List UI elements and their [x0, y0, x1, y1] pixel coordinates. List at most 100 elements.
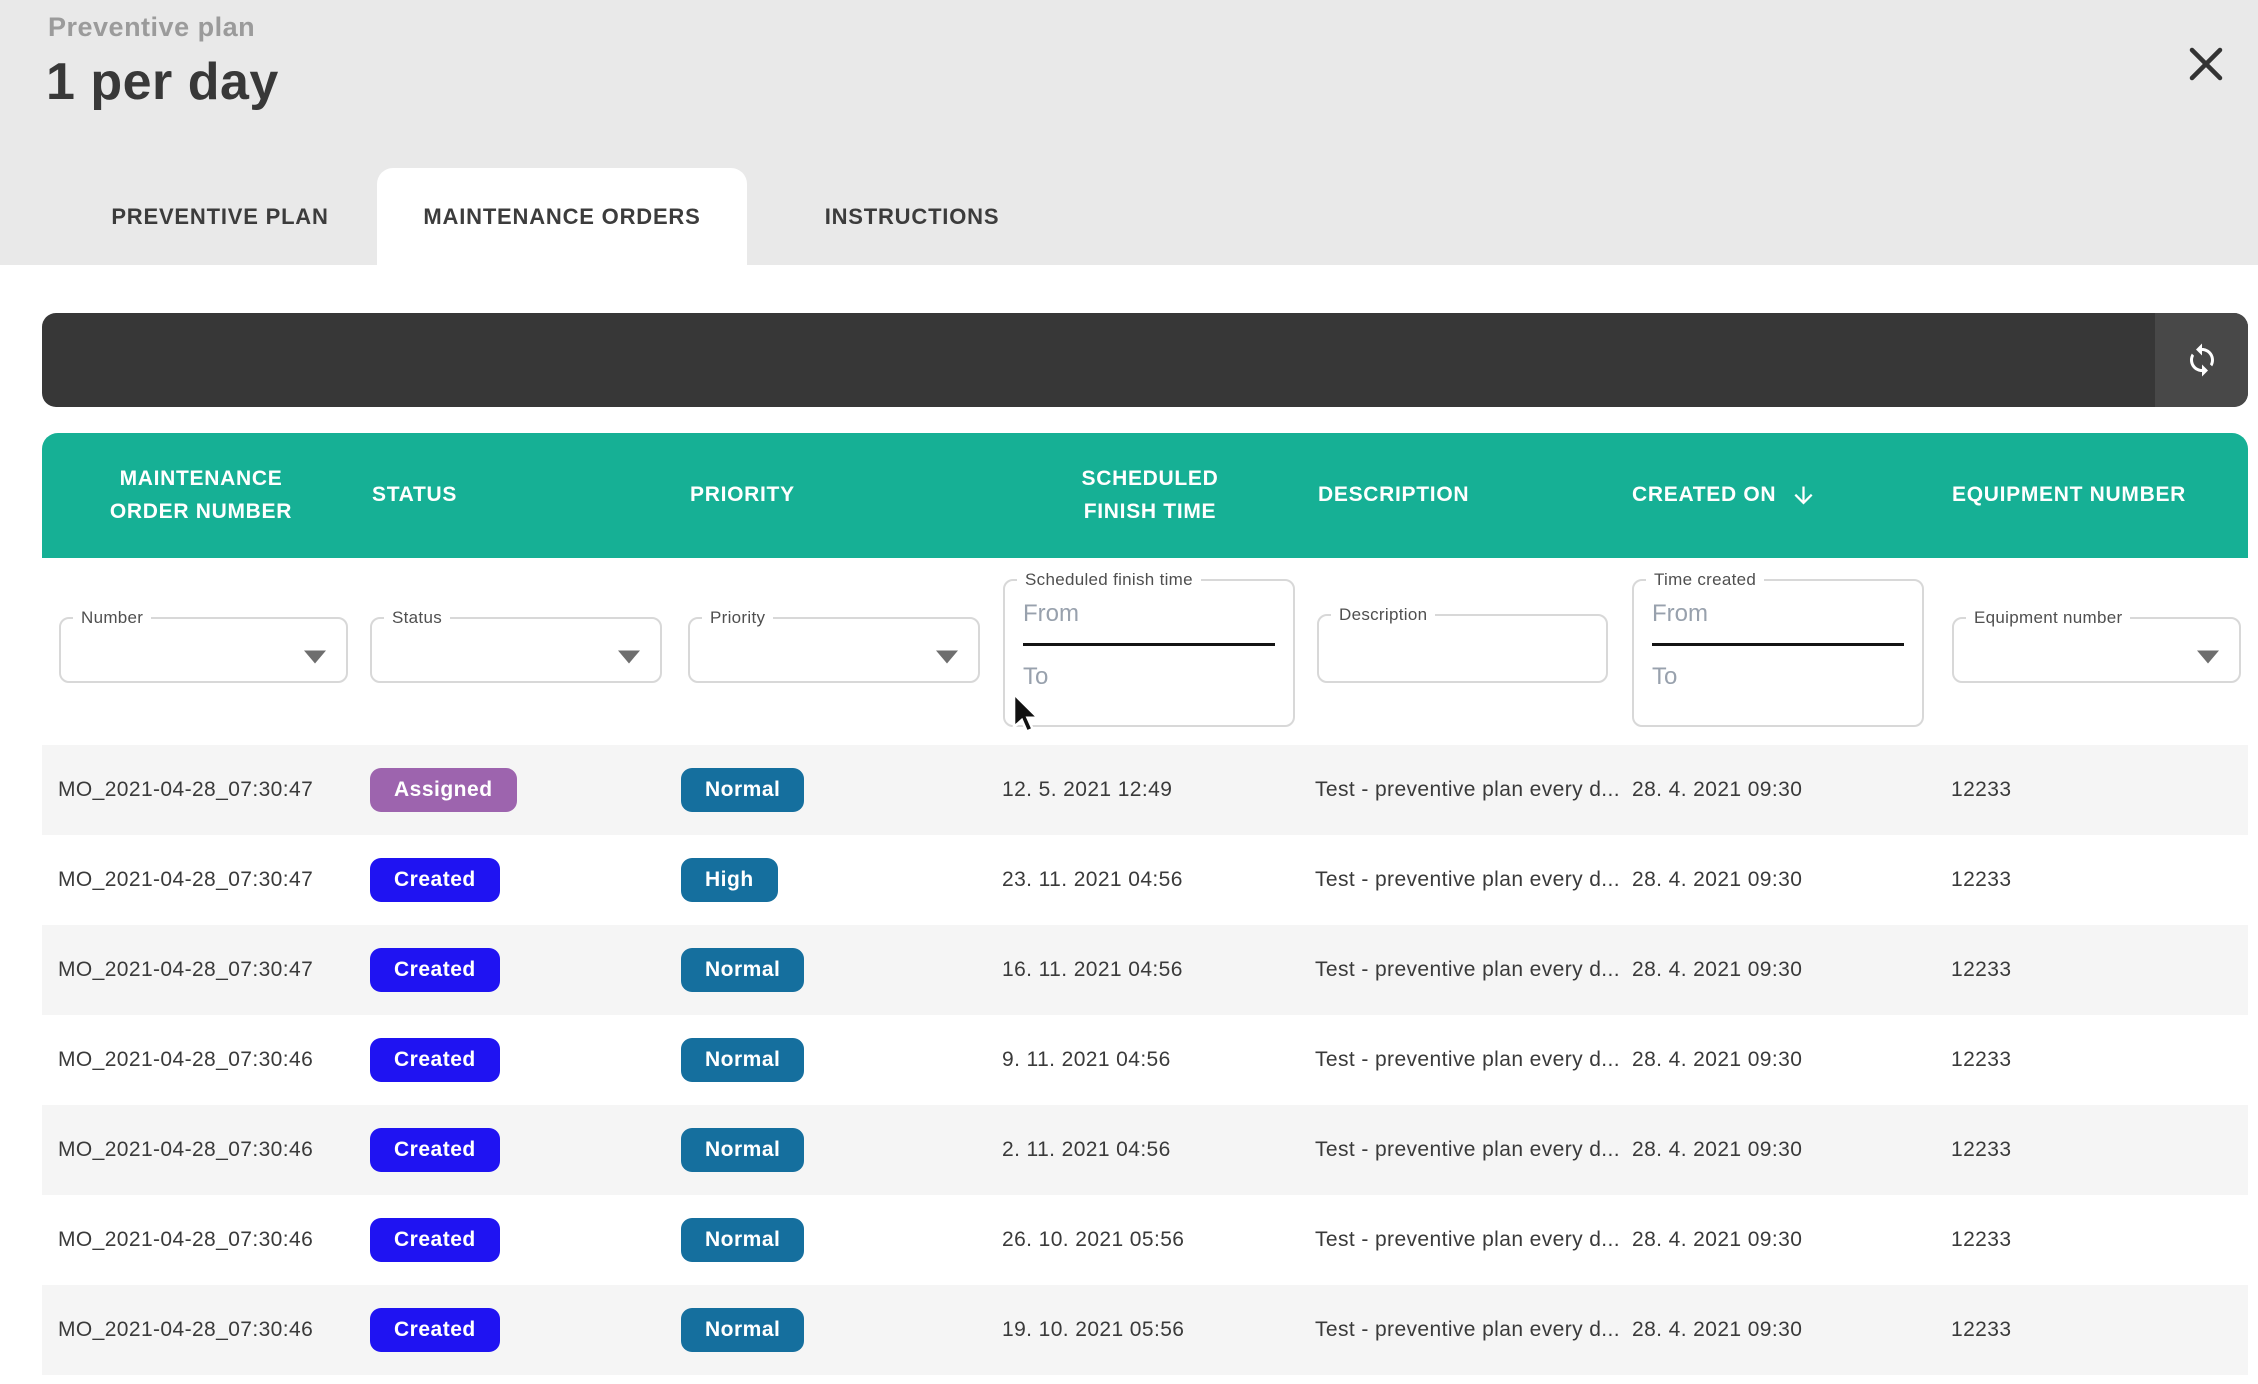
table-row[interactable]: MO_2021-04-28_07:30:47 Created High 23. … — [42, 835, 2248, 925]
table-row[interactable]: MO_2021-04-28_07:30:46 Created Normal 9.… — [42, 1015, 2248, 1105]
priority-badge: Normal — [681, 1128, 804, 1172]
cell-status: Created — [360, 1195, 675, 1285]
cell-order-number: MO_2021-04-28_07:30:46 — [42, 1105, 360, 1195]
tab-label: INSTRUCTIONS — [825, 204, 1000, 230]
filter-label: Equipment number — [1966, 608, 2130, 628]
close-button[interactable] — [2178, 36, 2234, 92]
dialog-header: Preventive plan 1 per day PREVENTIVE PLA… — [0, 0, 2258, 265]
dropdown-arrow-icon — [936, 650, 958, 663]
filter-time-created: Time created — [1632, 570, 1924, 727]
table-row[interactable]: MO_2021-04-28_07:30:47 Assigned Normal 1… — [42, 745, 2248, 835]
filter-status-select[interactable]: Status — [370, 608, 662, 683]
filter-label: Status — [384, 608, 450, 628]
time-created-to-input[interactable] — [1652, 652, 1904, 702]
cell-scheduled-finish-time: 2. 11. 2021 04:56 — [990, 1105, 1310, 1195]
table-body: MO_2021-04-28_07:30:47 Assigned Normal 1… — [42, 745, 2248, 1375]
cell-priority: Normal — [675, 925, 990, 1015]
table-toolbar — [42, 313, 2248, 407]
time-created-from-input[interactable] — [1652, 590, 1904, 646]
status-badge: Created — [370, 858, 500, 902]
filter-number-select[interactable]: Number — [59, 608, 348, 683]
cell-equipment-number: 12233 — [1945, 1285, 2248, 1375]
filter-label: Description — [1331, 605, 1435, 625]
dropdown-arrow-icon — [618, 650, 640, 663]
table-header: MAINTENANCE ORDER NUMBER STATUS PRIORITY… — [42, 433, 2248, 558]
filter-equipment-number-select[interactable]: Equipment number — [1952, 608, 2241, 683]
status-badge: Created — [370, 1038, 500, 1082]
cell-created-on: 28. 4. 2021 09:30 — [1625, 1015, 1945, 1105]
priority-badge: Normal — [681, 1308, 804, 1352]
column-header-created-on[interactable]: CREATED ON — [1625, 433, 1945, 558]
status-badge: Assigned — [370, 768, 517, 812]
cell-created-on: 28. 4. 2021 09:30 — [1625, 925, 1945, 1015]
priority-badge: Normal — [681, 1218, 804, 1262]
priority-badge: High — [681, 858, 778, 902]
column-header-scheduled-finish-time[interactable]: SCHEDULED FINISH TIME — [990, 433, 1310, 558]
table-row[interactable]: MO_2021-04-28_07:30:46 Created Normal 19… — [42, 1285, 2248, 1375]
scheduled-finish-from-input[interactable] — [1023, 590, 1275, 646]
cell-description: Test - preventive plan every d... — [1310, 745, 1625, 835]
cell-scheduled-finish-time: 23. 11. 2021 04:56 — [990, 835, 1310, 925]
cell-priority: High — [675, 835, 990, 925]
table-filter-row: Number Status Priority Scheduled finish … — [42, 558, 2248, 745]
cell-scheduled-finish-time: 26. 10. 2021 05:56 — [990, 1195, 1310, 1285]
cell-equipment-number: 12233 — [1945, 1015, 2248, 1105]
scheduled-finish-to-input[interactable] — [1023, 652, 1275, 702]
cell-priority: Normal — [675, 745, 990, 835]
column-header-equipment-number[interactable]: EQUIPMENT NUMBER — [1945, 433, 2248, 558]
status-badge: Created — [370, 1128, 500, 1172]
filter-priority-select[interactable]: Priority — [688, 608, 980, 683]
cell-equipment-number: 12233 — [1945, 745, 2248, 835]
sort-descending-icon — [1790, 482, 1817, 509]
filter-label: Priority — [702, 608, 773, 628]
cell-created-on: 28. 4. 2021 09:30 — [1625, 1105, 1945, 1195]
table-row[interactable]: MO_2021-04-28_07:30:46 Created Normal 26… — [42, 1195, 2248, 1285]
cell-scheduled-finish-time: 12. 5. 2021 12:49 — [990, 745, 1310, 835]
tab-preventive-plan[interactable]: PREVENTIVE PLAN — [60, 168, 380, 265]
cell-created-on: 28. 4. 2021 09:30 — [1625, 835, 1945, 925]
cell-order-number: MO_2021-04-28_07:30:47 — [42, 835, 360, 925]
cell-created-on: 28. 4. 2021 09:30 — [1625, 745, 1945, 835]
column-header-status[interactable]: STATUS — [360, 433, 675, 558]
filter-label: Scheduled finish time — [1017, 570, 1201, 590]
dialog-subtitle: Preventive plan — [48, 12, 255, 43]
dropdown-arrow-icon — [304, 650, 326, 663]
cell-status: Assigned — [360, 745, 675, 835]
cell-created-on: 28. 4. 2021 09:30 — [1625, 1285, 1945, 1375]
cell-priority: Normal — [675, 1105, 990, 1195]
cell-status: Created — [360, 835, 675, 925]
status-badge: Created — [370, 1308, 500, 1352]
table-row[interactable]: MO_2021-04-28_07:30:47 Created Normal 16… — [42, 925, 2248, 1015]
cell-scheduled-finish-time: 19. 10. 2021 05:56 — [990, 1285, 1310, 1375]
priority-badge: Normal — [681, 948, 804, 992]
cell-description: Test - preventive plan every d... — [1310, 1015, 1625, 1105]
cell-priority: Normal — [675, 1195, 990, 1285]
column-header-description[interactable]: DESCRIPTION — [1310, 433, 1625, 558]
cell-description: Test - preventive plan every d... — [1310, 1285, 1625, 1375]
cell-equipment-number: 12233 — [1945, 1105, 2248, 1195]
filter-scheduled-finish-time: Scheduled finish time — [1003, 570, 1295, 727]
filter-label: Number — [73, 608, 151, 628]
column-header-priority[interactable]: PRIORITY — [675, 433, 990, 558]
cell-status: Created — [360, 1105, 675, 1195]
status-badge: Created — [370, 1218, 500, 1262]
cell-order-number: MO_2021-04-28_07:30:47 — [42, 925, 360, 1015]
priority-badge: Normal — [681, 768, 804, 812]
tab-instructions[interactable]: INSTRUCTIONS — [747, 168, 1077, 265]
cell-order-number: MO_2021-04-28_07:30:47 — [42, 745, 360, 835]
refresh-button[interactable] — [2155, 313, 2248, 407]
table-row[interactable]: MO_2021-04-28_07:30:46 Created Normal 2.… — [42, 1105, 2248, 1195]
cell-priority: Normal — [675, 1015, 990, 1105]
filter-description-input[interactable]: Description — [1317, 605, 1608, 683]
cell-description: Test - preventive plan every d... — [1310, 835, 1625, 925]
cell-status: Created — [360, 1015, 675, 1105]
cell-description: Test - preventive plan every d... — [1310, 925, 1625, 1015]
cell-scheduled-finish-time: 9. 11. 2021 04:56 — [990, 1015, 1310, 1105]
tab-label: MAINTENANCE ORDERS — [423, 204, 700, 230]
column-header-order-number[interactable]: MAINTENANCE ORDER NUMBER — [42, 433, 360, 558]
maintenance-orders-table: MAINTENANCE ORDER NUMBER STATUS PRIORITY… — [42, 433, 2248, 1375]
cell-order-number: MO_2021-04-28_07:30:46 — [42, 1285, 360, 1375]
tab-maintenance-orders[interactable]: MAINTENANCE ORDERS — [377, 168, 747, 265]
cell-order-number: MO_2021-04-28_07:30:46 — [42, 1195, 360, 1285]
dropdown-arrow-icon — [2197, 650, 2219, 663]
